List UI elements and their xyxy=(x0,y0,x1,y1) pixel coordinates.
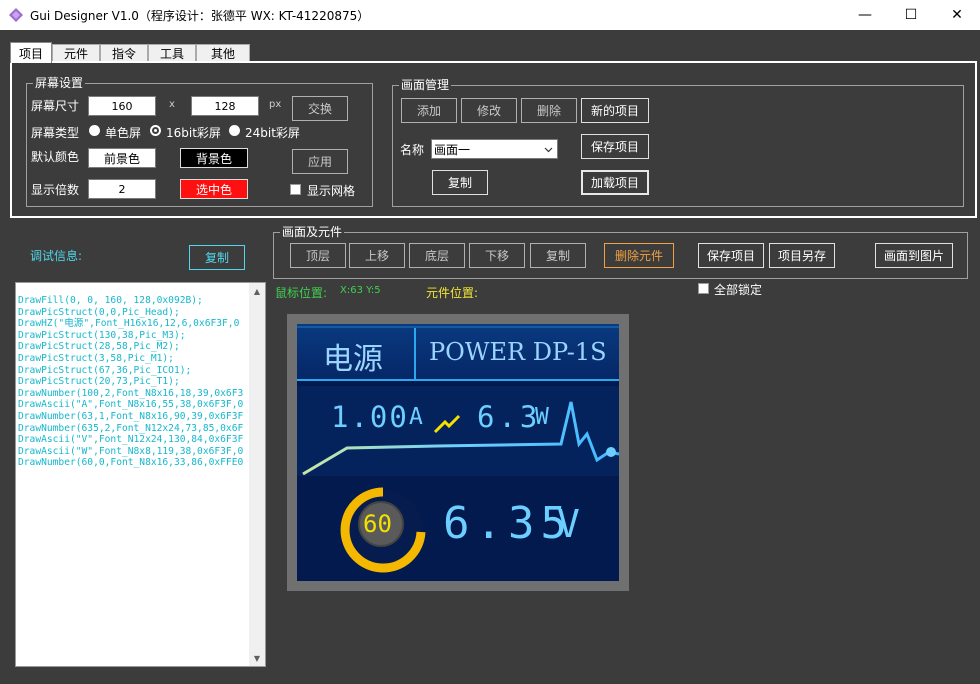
screen-size-label: 屏幕尺寸 xyxy=(31,99,80,113)
screen-type-label: 屏幕类型 xyxy=(31,126,80,140)
foreground-color-button[interactable]: 前景色 xyxy=(88,148,156,168)
type-24bit-radio[interactable] xyxy=(229,125,240,136)
scroll-up-icon[interactable]: ▲ xyxy=(249,283,265,299)
debug-line: DrawNumber(60,0,Font_N8x16,33,86,0xFFE0 xyxy=(18,457,244,469)
debug-line: DrawPicStruct(0,0,Pic_Head); xyxy=(18,306,180,318)
design-canvas[interactable]: 电源 POWER DP-1S 1.00 A 6.3 W 60 6.35 V xyxy=(287,314,629,591)
debug-line: DrawAscii("W",Font_N8x8,119,38,0x6F3F,0 xyxy=(18,445,244,457)
debug-console[interactable]: DrawFill(0, 0, 160, 128,0x092B); DrawPic… xyxy=(15,282,266,667)
delete-screen-button[interactable]: 删除 xyxy=(521,98,577,123)
debug-line: DrawNumber(635,2,Font_N12x24,73,85,0x6F xyxy=(18,422,244,434)
copy-screen-button[interactable]: 复制 xyxy=(432,170,488,195)
copy-element-button[interactable]: 复制 xyxy=(530,243,586,268)
minimize-button[interactable]: — xyxy=(842,0,888,30)
screen-settings-group: 屏幕设置 屏幕尺寸 160 x 128 px 交换 屏幕类型 单色屏 16bit… xyxy=(26,76,373,207)
app-logo-icon xyxy=(9,8,23,22)
move-up-button[interactable]: 上移 xyxy=(349,243,405,268)
title-bar: Gui Designer V1.0（程序设计：张德平 WX: KT-412208… xyxy=(0,0,980,30)
close-button[interactable]: ✕ xyxy=(934,0,980,30)
lcd-power-value: 6.3 xyxy=(477,400,542,434)
move-top-button[interactable]: 顶层 xyxy=(290,243,346,268)
project-tab-panel: 屏幕设置 屏幕尺寸 160 x 128 px 交换 屏幕类型 单色屏 16bit… xyxy=(10,61,977,218)
screen-name-label: 名称 xyxy=(400,143,425,157)
default-color-label: 默认颜色 xyxy=(31,150,80,164)
screen-elements-title: 画面及元件 xyxy=(280,225,345,239)
lcd-current-unit: A xyxy=(409,404,423,430)
lcd-preview[interactable]: 电源 POWER DP-1S 1.00 A 6.3 W 60 6.35 V xyxy=(297,324,619,581)
mouse-position-label: 鼠标位置: xyxy=(275,286,328,300)
screen-width-field[interactable]: 160 xyxy=(88,96,156,116)
type-mono-label: 单色屏 xyxy=(105,126,142,140)
lcd-gauge-value: 60 xyxy=(363,510,392,538)
debug-line: DrawPicStruct(130,38,Pic_M3); xyxy=(18,329,186,341)
debug-line: DrawNumber(100,2,Font_N8x16,18,39,0x6F3 xyxy=(18,387,244,399)
screen-height-field[interactable]: 128 xyxy=(191,96,259,116)
lcd-voltage-unit: V xyxy=(557,502,580,546)
tab-commands[interactable]: 指令 xyxy=(100,44,148,62)
screen-settings-title: 屏幕设置 xyxy=(33,76,86,90)
save-project-button[interactable]: 保存项目 xyxy=(581,134,649,159)
screen-elements-group: 画面及元件 顶层 上移 底层 下移 复制 删除元件 保存项目 项目另存 画面到图… xyxy=(273,225,968,279)
delete-element-button[interactable]: 删除元件 xyxy=(604,243,674,268)
save-project-button-2[interactable]: 保存项目 xyxy=(698,243,764,268)
lcd-voltage-value: 6.35 xyxy=(443,498,573,549)
lcd-header-left: 电源 xyxy=(323,342,383,377)
debug-line: DrawPicStruct(3,58,Pic_M1); xyxy=(18,352,174,364)
display-scale-label: 显示倍数 xyxy=(31,183,80,197)
background-color-button[interactable]: 背景色 xyxy=(180,148,248,168)
lock-all-label: 全部锁定 xyxy=(714,283,763,297)
lcd-power-unit: W xyxy=(535,404,549,430)
maximize-button[interactable]: ☐ xyxy=(888,0,934,30)
screen-name-select[interactable]: 画面一 xyxy=(431,139,558,159)
apply-button[interactable]: 应用 xyxy=(292,149,348,174)
px-unit-label: px xyxy=(269,99,282,110)
move-bottom-button[interactable]: 底层 xyxy=(409,243,465,268)
screen-manage-title: 画面管理 xyxy=(399,78,452,92)
debug-line: DrawAscii("V",Font_N12x24,130,84,0x6F3F xyxy=(18,434,244,446)
load-project-button[interactable]: 加载项目 xyxy=(581,170,649,195)
copy-debug-button[interactable]: 复制 xyxy=(189,245,245,270)
debug-lines: DrawFill(0, 0, 160, 128,0x092B); DrawPic… xyxy=(18,295,250,469)
screen-name-value: 画面一 xyxy=(434,142,471,157)
modify-screen-button[interactable]: 修改 xyxy=(461,98,517,123)
add-screen-button[interactable]: 添加 xyxy=(401,98,457,123)
debug-line: DrawAscii("A",Font_N8x16,55,38,0x6F3F,0 xyxy=(18,399,244,411)
swap-button[interactable]: 交换 xyxy=(292,96,348,121)
debug-line: DrawPicStruct(28,58,Pic_M2); xyxy=(18,341,180,353)
debug-line: DrawHZ("电源",Font_H16x16,12,6,0x6F3F,0 xyxy=(18,318,240,330)
tab-tools[interactable]: 工具 xyxy=(148,44,196,62)
lock-all-checkbox[interactable] xyxy=(698,283,709,294)
lcd-header-right: POWER DP-1S xyxy=(429,338,607,366)
debug-line: DrawPicStruct(20,73,Pic_T1); xyxy=(18,376,180,388)
screen-to-image-button[interactable]: 画面到图片 xyxy=(875,243,953,268)
move-down-button[interactable]: 下移 xyxy=(469,243,525,268)
show-grid-checkbox[interactable] xyxy=(290,184,301,195)
scroll-down-icon[interactable]: ▼ xyxy=(249,650,265,666)
debug-line: DrawPicStruct(67,36,Pic_ICO1); xyxy=(18,364,192,376)
selected-color-button[interactable]: 选中色 xyxy=(180,179,248,199)
debug-line: DrawFill(0, 0, 160, 128,0x092B); xyxy=(18,295,203,306)
tab-elements[interactable]: 元件 xyxy=(52,44,100,62)
debug-line: DrawNumber(63,1,Font_N8x16,90,39,0x6F3F xyxy=(18,410,244,422)
display-scale-field[interactable]: 2 xyxy=(88,179,156,199)
show-grid-label: 显示网格 xyxy=(307,184,356,198)
size-x-separator: x xyxy=(169,99,175,110)
new-project-button[interactable]: 新的项目 xyxy=(581,98,649,123)
type-16bit-radio[interactable] xyxy=(150,125,161,136)
window-title: Gui Designer V1.0（程序设计：张德平 WX: KT-412208… xyxy=(30,9,370,23)
tab-other[interactable]: 其他 xyxy=(196,44,250,62)
debug-info-title: 调试信息: xyxy=(30,249,83,263)
screen-manage-group: 画面管理 添加 修改 删除 新的项目 名称 画面一 保存项目 复制 加载项目 xyxy=(392,78,964,207)
chevron-down-icon xyxy=(544,147,553,153)
type-24bit-label: 24bit彩屏 xyxy=(245,126,300,140)
debug-scrollbar[interactable]: ▲ ▼ xyxy=(249,283,265,666)
element-position-label: 元件位置: xyxy=(426,286,479,300)
lcd-current-value: 1.00 xyxy=(331,400,409,434)
tab-project[interactable]: 项目 xyxy=(10,42,52,63)
type-16bit-label: 16bit彩屏 xyxy=(166,126,221,140)
save-project-as-button[interactable]: 项目另存 xyxy=(769,243,835,268)
mouse-position-value: X:63 Y:5 xyxy=(340,285,381,296)
type-mono-radio[interactable] xyxy=(89,125,100,136)
